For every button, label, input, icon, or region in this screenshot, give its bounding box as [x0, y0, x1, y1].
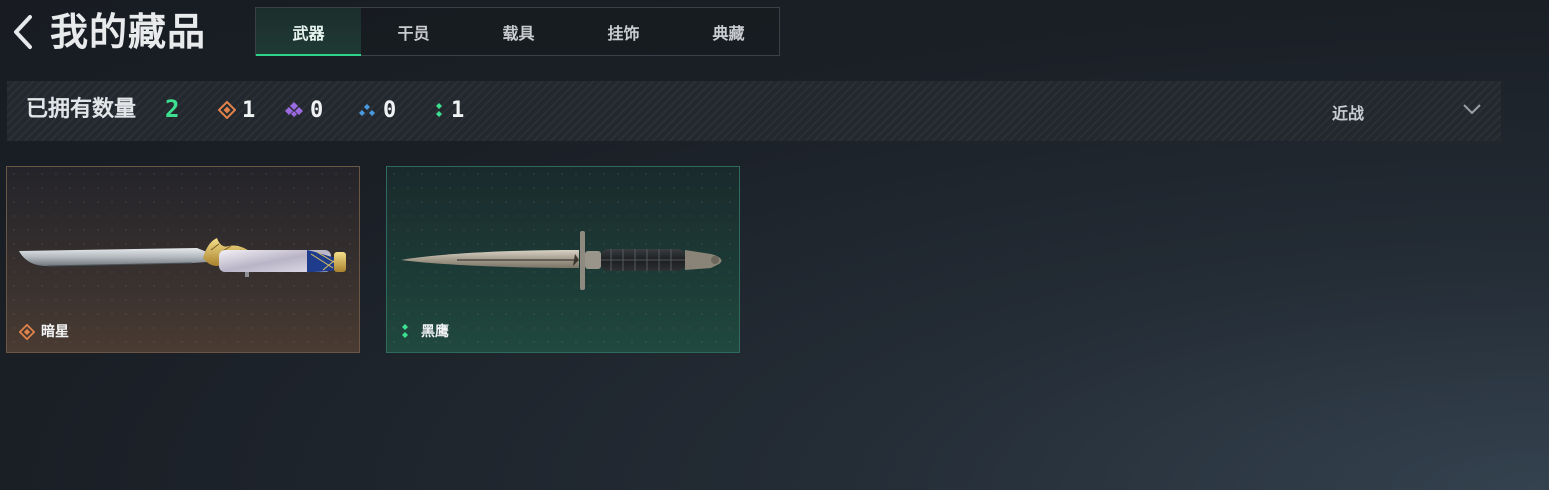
green-diamond-icon — [436, 103, 442, 117]
owned-total: 2 — [165, 95, 180, 123]
back-button[interactable] — [8, 12, 38, 52]
knife-image — [19, 238, 346, 277]
item-name: 暗星 — [41, 324, 69, 340]
purple-diamond-icon — [285, 102, 303, 117]
chevron-down-icon — [1463, 104, 1481, 115]
rarity-count: 0 — [310, 97, 324, 123]
green-diamond-icon — [402, 324, 408, 338]
stats-bar: 已拥有数量 2 1 0 0 1 近战 — [7, 81, 1501, 141]
collection-item-card[interactable]: 暗星 — [6, 166, 360, 353]
knife-image — [401, 231, 722, 290]
tab-weapons[interactable]: 武器 — [256, 8, 361, 56]
page-title: 我的藏品 — [50, 10, 207, 54]
category-filter-dropdown[interactable]: 近战 — [1332, 96, 1482, 126]
tab-collections[interactable]: 典藏 — [676, 8, 781, 55]
header: 我的藏品 武器 干员 载具 挂饰 典藏 — [0, 0, 1549, 62]
item-name: 黑鹰 — [421, 324, 449, 340]
orange-diamond-icon — [19, 324, 35, 340]
rarity-count-orange: 1 — [218, 96, 255, 124]
rarity-count-blue: 0 — [357, 96, 396, 124]
category-tabs: 武器 干员 载具 挂饰 典藏 — [255, 7, 780, 56]
tab-operators[interactable]: 干员 — [361, 8, 466, 55]
collection-item-card[interactable]: 黑鹰 — [386, 166, 740, 353]
rarity-count: 1 — [451, 97, 465, 123]
rarity-count-green: 1 — [433, 96, 464, 124]
blue-diamond-icon — [359, 104, 375, 116]
tab-vehicles[interactable]: 载具 — [466, 8, 571, 55]
chevron-left-icon — [14, 15, 32, 49]
rarity-count: 1 — [242, 97, 256, 123]
rarity-count-purple: 0 — [284, 96, 323, 124]
rarity-count: 0 — [383, 97, 397, 123]
filter-selected-value: 近战 — [1332, 104, 1365, 123]
owned-count-label: 已拥有数量 — [26, 97, 137, 122]
orange-diamond-icon — [218, 101, 236, 119]
tab-charms[interactable]: 挂饰 — [571, 8, 676, 55]
